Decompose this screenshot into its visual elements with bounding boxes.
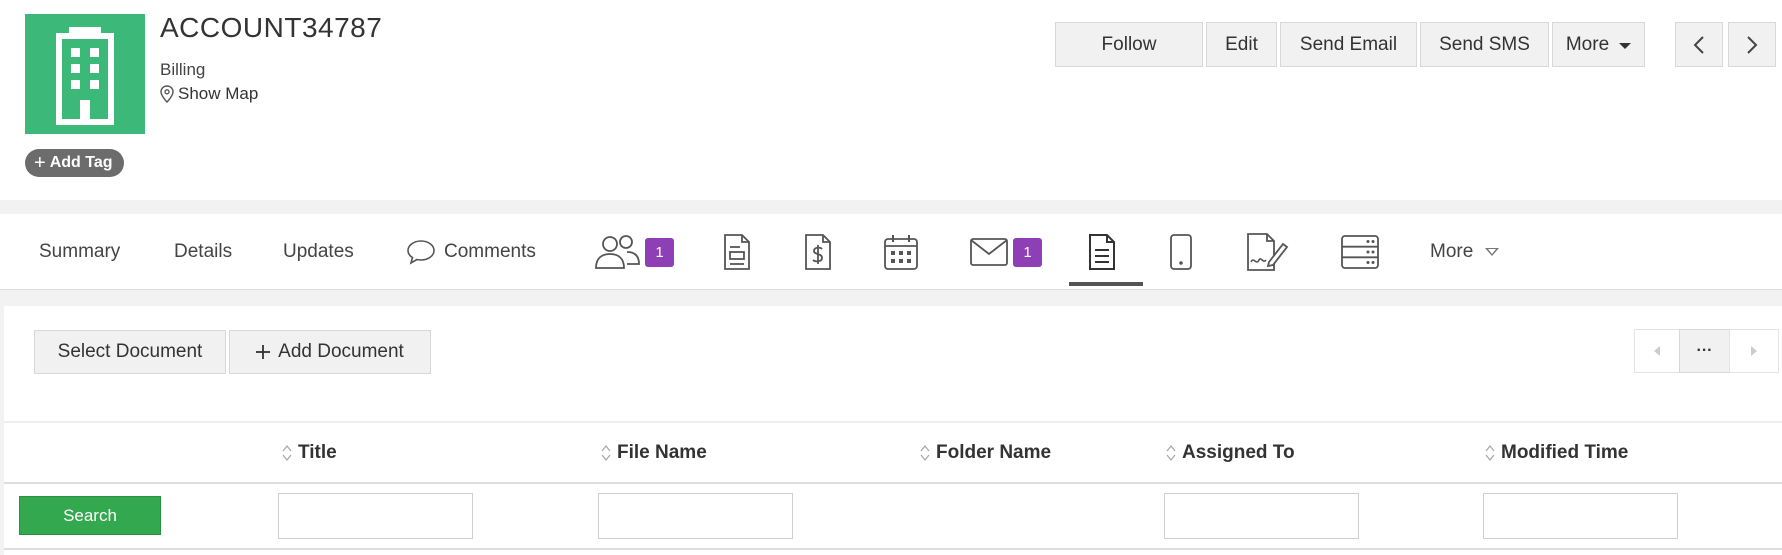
- account-title: ACCOUNT34787: [160, 12, 383, 43]
- select-document-label: Select Document: [57, 341, 203, 362]
- sort-icon: [282, 444, 292, 462]
- sort-icon: [601, 444, 611, 462]
- next-record-button[interactable]: [1728, 22, 1776, 67]
- tab-more[interactable]: More: [1430, 214, 1500, 290]
- column-header-folder-name[interactable]: Folder Name: [919, 442, 1051, 464]
- building-icon: [56, 27, 114, 125]
- contacts-icon: [595, 235, 640, 269]
- previous-record-button[interactable]: [1675, 22, 1723, 67]
- tab-summary[interactable]: Summary: [39, 214, 120, 290]
- divider: [4, 421, 1782, 423]
- tab-records[interactable]: [1340, 214, 1380, 290]
- plus-icon: +: [34, 152, 46, 174]
- tab-comments[interactable]: Comments: [406, 214, 536, 290]
- column-header-file-name[interactable]: File Name: [600, 442, 707, 464]
- tab-quotes[interactable]: [722, 214, 752, 290]
- tab-details[interactable]: Details: [174, 214, 232, 290]
- column-assigned-to-label: Assigned To: [1182, 442, 1295, 463]
- column-header-assigned-to[interactable]: Assigned To: [1165, 442, 1295, 464]
- pager-more-button[interactable]: ···: [1679, 329, 1730, 373]
- sort-icon: [1485, 444, 1495, 462]
- calendar-icon: [884, 235, 918, 270]
- tab-contacts[interactable]: 1: [593, 214, 674, 290]
- send-sms-label: Send SMS: [1439, 33, 1530, 55]
- table-header-divider: [4, 482, 1782, 484]
- caret-left-icon: [1654, 346, 1660, 356]
- chevron-down-icon: [1619, 42, 1632, 49]
- document-icon: [1089, 234, 1115, 270]
- comment-icon: [407, 240, 435, 265]
- tab-sms[interactable]: [1169, 214, 1193, 290]
- add-tag-button[interactable]: + Add Tag: [25, 149, 124, 177]
- column-file-name-label: File Name: [617, 442, 707, 463]
- tab-updates[interactable]: Updates: [283, 214, 354, 290]
- tab-documents[interactable]: [1087, 214, 1117, 290]
- follow-button[interactable]: Follow: [1055, 22, 1203, 67]
- tab-calendar[interactable]: [883, 214, 919, 290]
- record-header: ACCOUNT34787 Billing Show Map + Add Tag …: [0, 0, 1782, 200]
- signature-icon: [1247, 233, 1289, 271]
- chevron-down-icon: [1485, 248, 1500, 256]
- chevron-left-icon: [1693, 35, 1704, 54]
- more-actions-label: More: [1565, 33, 1610, 55]
- file-name-filter-input[interactable]: [598, 493, 793, 539]
- account-subtitle: Billing: [160, 60, 206, 79]
- quote-icon: [724, 234, 750, 270]
- follow-label: Follow: [1101, 33, 1157, 55]
- modified-time-filter-input[interactable]: [1483, 493, 1678, 539]
- record-actions: Follow Edit Send Email Send SMS More: [1055, 22, 1645, 67]
- edit-label: Edit: [1225, 33, 1258, 55]
- active-tab-indicator: [1069, 282, 1143, 286]
- send-sms-button[interactable]: Send SMS: [1420, 22, 1549, 67]
- plus-icon: [256, 345, 271, 359]
- emails-count-badge: 1: [1013, 237, 1042, 267]
- contacts-count-badge: 1: [645, 237, 674, 267]
- mobile-icon: [1170, 234, 1192, 270]
- column-folder-name-label: Folder Name: [936, 442, 1052, 463]
- send-email-label: Send Email: [1299, 33, 1398, 55]
- sort-icon: [920, 444, 930, 462]
- map-pin-icon: [160, 85, 174, 103]
- documents-panel: Select Document Add Document ··· Title F…: [4, 306, 1782, 555]
- column-title-label: Title: [298, 442, 337, 463]
- chevron-right-icon: [1747, 35, 1758, 54]
- invoice-icon: [805, 234, 831, 270]
- edit-button[interactable]: Edit: [1206, 22, 1277, 67]
- tab-invoices[interactable]: [803, 214, 833, 290]
- tab-emails[interactable]: 1: [969, 214, 1042, 290]
- tab-comments-label: Comments: [444, 241, 536, 262]
- tab-signatures[interactable]: [1245, 214, 1289, 290]
- assigned-to-filter-input[interactable]: [1164, 493, 1359, 539]
- pager-prev-button[interactable]: [1634, 329, 1680, 373]
- email-icon: [970, 238, 1008, 266]
- record-tabs: Summary Details Updates Comments 1 1 Mor…: [0, 214, 1782, 290]
- send-email-button[interactable]: Send Email: [1280, 22, 1417, 67]
- tab-more-label: More: [1430, 241, 1474, 262]
- column-modified-time-label: Modified Time: [1501, 442, 1629, 463]
- account-avatar: [25, 14, 145, 134]
- add-tag-label: Add Tag: [49, 154, 113, 171]
- more-actions-button[interactable]: More: [1552, 22, 1645, 67]
- add-document-button[interactable]: Add Document: [229, 330, 431, 374]
- select-document-button[interactable]: Select Document: [34, 330, 226, 374]
- caret-right-icon: [1751, 346, 1757, 356]
- column-header-modified-time[interactable]: Modified Time: [1484, 442, 1628, 464]
- show-map-label: Show Map: [178, 84, 259, 103]
- title-filter-input[interactable]: [278, 493, 473, 539]
- column-header-title[interactable]: Title: [281, 442, 337, 464]
- search-button[interactable]: Search: [19, 496, 161, 535]
- server-icon: [1341, 235, 1379, 269]
- record-nav: [1675, 22, 1776, 67]
- add-document-label: Add Document: [278, 341, 404, 362]
- sort-icon: [1166, 444, 1176, 462]
- show-map-link[interactable]: Show Map: [160, 84, 258, 104]
- pager-next-button[interactable]: [1729, 329, 1779, 373]
- table-bottom-divider: [4, 548, 1782, 550]
